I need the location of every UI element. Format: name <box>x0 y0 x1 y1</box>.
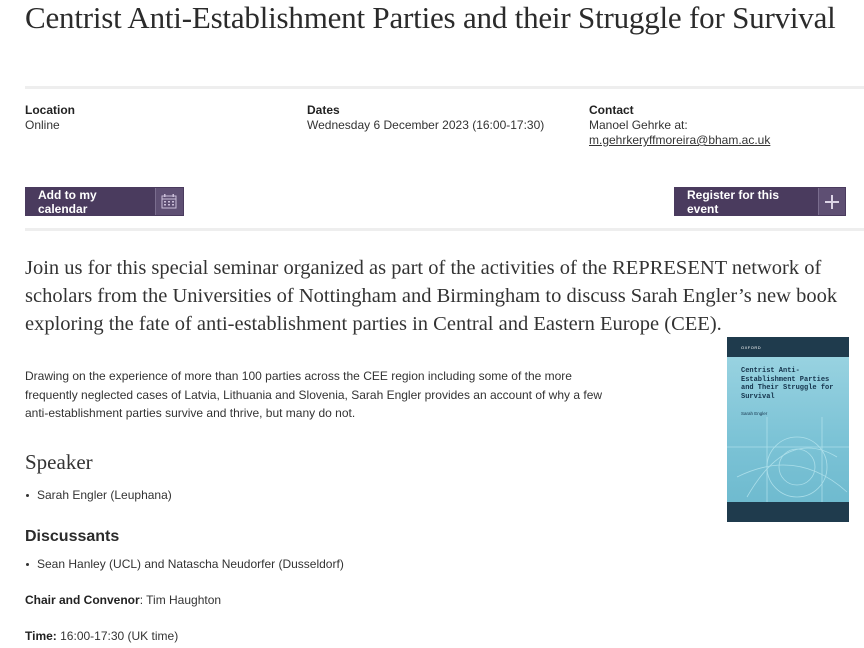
cover-pattern <box>727 417 849 502</box>
contact-email-link[interactable]: m.gehrkeryffmoreira@bham.ac.uk <box>589 133 770 147</box>
discussant-names: Sean Hanley (UCL) and Natascha Neudorfer… <box>37 557 344 571</box>
calendar-icon <box>154 188 183 215</box>
dates-block: Dates Wednesday 6 December 2023 (16:00-1… <box>307 103 544 133</box>
cover-title: Centrist Anti-Establishment Parties and … <box>741 367 834 401</box>
contact-block: Contact Manoel Gehrke at: m.gehrkeryffmo… <box>589 103 770 148</box>
time-value: 16:00-17:30 (UK time) <box>56 629 179 643</box>
location-block: Location Online <box>25 103 75 133</box>
speaker-name: Sarah Engler (Leuphana) <box>37 488 172 502</box>
speaker-heading: Speaker <box>25 450 93 474</box>
add-to-calendar-label: Add to my calendar <box>38 187 97 216</box>
register-event-button[interactable]: Register for this event <box>674 187 846 216</box>
body-paragraph: Drawing on the experience of more than 1… <box>25 369 603 420</box>
time-label: Time: <box>25 629 57 643</box>
bullet <box>26 563 29 567</box>
register-event-label: Register for this event <box>687 187 780 216</box>
cover-publisher: OXFORD <box>741 345 762 350</box>
discussant-item: Sean Hanley (UCL) and Natascha Neudorfer… <box>25 557 344 571</box>
page-title: Centrist Anti-Establishment Parties and … <box>25 0 836 35</box>
event-page: Centrist Anti-Establishment Parties and … <box>25 0 864 643</box>
divider <box>25 228 864 231</box>
dates-label: Dates <box>307 103 340 117</box>
plus-icon <box>817 188 845 215</box>
bullet <box>26 494 29 498</box>
location-label: Location <box>25 103 75 117</box>
add-to-calendar-button[interactable]: Add to my calendar <box>25 187 184 216</box>
discussants-heading: Discussants <box>25 528 120 545</box>
dates-value: Wednesday 6 December 2023 (16:00-17:30) <box>307 118 545 132</box>
lead-paragraph: Join us for this special seminar organiz… <box>25 257 838 335</box>
cover-bottom-band <box>727 502 849 522</box>
speaker-item: Sarah Engler (Leuphana) <box>25 488 172 502</box>
contact-name: Manoel Gehrke at: <box>589 118 688 132</box>
contact-label: Contact <box>589 103 634 117</box>
divider <box>25 86 864 89</box>
cover-author: Sarah Engler <box>741 411 768 416</box>
chair-value: : Tim Haughton <box>139 593 222 607</box>
book-cover-image: OXFORD Centrist Anti-Establishment Parti… <box>727 337 849 522</box>
location-value: Online <box>25 118 60 132</box>
chair-line: Chair and Convenor: Tim Haughton <box>25 593 221 607</box>
chair-label: Chair and Convenor <box>25 593 140 607</box>
time-line: Time: 16:00-17:30 (UK time) <box>25 629 178 643</box>
